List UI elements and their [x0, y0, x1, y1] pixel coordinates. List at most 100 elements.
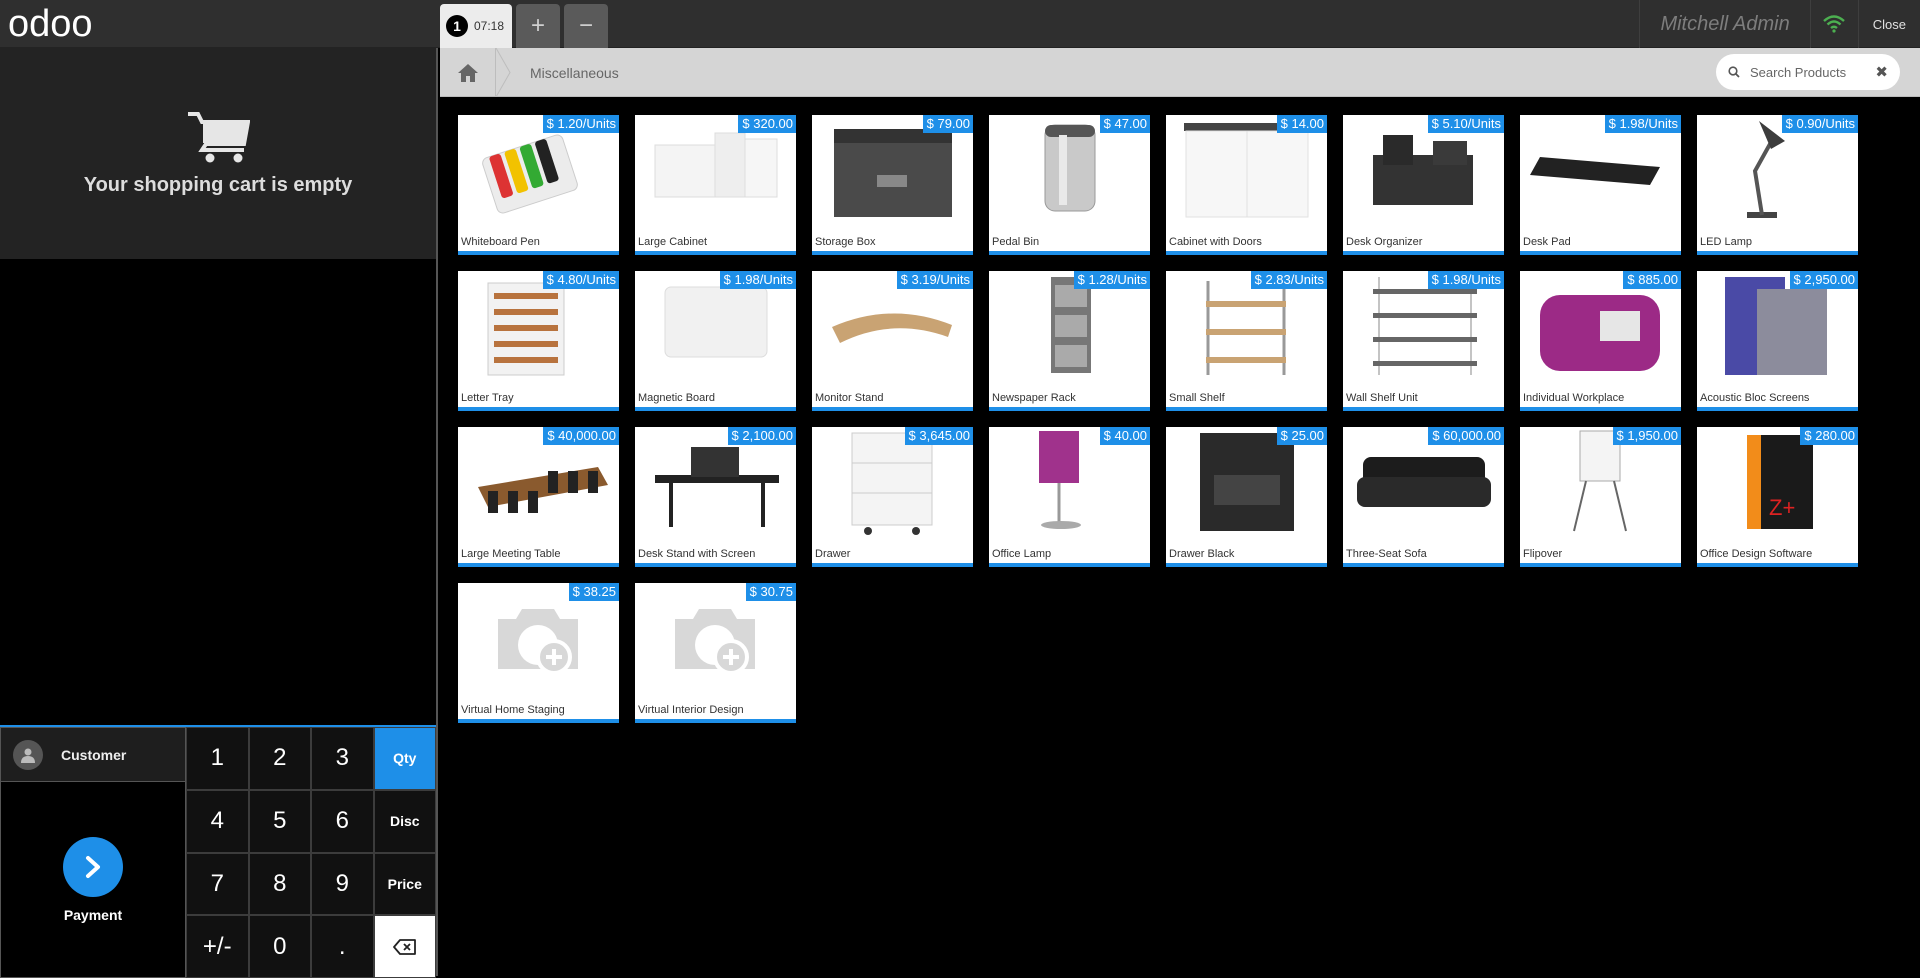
- product-price: $ 1,950.00: [1612, 427, 1681, 445]
- chevron-right-icon: [63, 837, 123, 897]
- control-panel: Customer Payment 1 2 3 Qty 4 5 6 Disc 7 …: [0, 725, 436, 978]
- product-name: Cabinet with Doors: [1169, 236, 1262, 248]
- product-price: $ 5.10/Units: [1427, 115, 1504, 133]
- product-price: $ 25.00: [1276, 427, 1327, 445]
- close-button[interactable]: Close: [1857, 0, 1920, 48]
- product-name: Pedal Bin: [992, 236, 1040, 248]
- order-tab-1[interactable]: 1 07:18: [440, 4, 512, 48]
- numpad-key-0[interactable]: 0: [248, 915, 311, 978]
- product-card[interactable]: $ 40.00 Office Lamp: [989, 427, 1150, 567]
- product-price: $ 14.00: [1276, 115, 1327, 133]
- numpad-key-3[interactable]: 3: [311, 727, 374, 790]
- product-name: Drawer Black: [1169, 548, 1235, 560]
- numpad-key-4[interactable]: 4: [186, 789, 249, 853]
- discount-mode-button[interactable]: Disc: [373, 789, 436, 853]
- product-price: $ 4.80/Units: [542, 271, 619, 289]
- product-price: $ 0.90/Units: [1781, 115, 1858, 133]
- product-name: Flipover: [1523, 548, 1563, 560]
- customer-button[interactable]: Customer: [0, 727, 186, 782]
- product-card[interactable]: $ 38.25 Virtual Home Staging: [458, 583, 619, 723]
- payment-button[interactable]: Payment: [0, 782, 186, 978]
- numpad-key-7[interactable]: 7: [186, 852, 249, 916]
- clear-search-icon[interactable]: ✖: [1875, 63, 1888, 81]
- product-price: $ 320.00: [738, 115, 796, 133]
- remove-order-button[interactable]: −: [564, 4, 608, 48]
- product-card[interactable]: $ 3.19/Units Monitor Stand: [812, 271, 973, 411]
- product-card[interactable]: $ 47.00 Pedal Bin: [989, 115, 1150, 255]
- product-name: Desk Stand with Screen: [638, 548, 756, 560]
- product-card[interactable]: $ 2.83/Units Small Shelf: [1166, 271, 1327, 411]
- product-card[interactable]: $ 1.28/Units Newspaper Rack: [989, 271, 1150, 411]
- cashier-name[interactable]: Mitchell Admin: [1639, 0, 1809, 48]
- product-price: $ 60,000.00: [1428, 427, 1504, 445]
- product-name: Whiteboard Pen: [461, 236, 540, 248]
- search-icon: [1728, 66, 1740, 78]
- qty-mode-button[interactable]: Qty: [373, 727, 436, 790]
- breadcrumb-category[interactable]: Miscellaneous: [530, 48, 619, 97]
- product-price: $ 1.98/Units: [719, 271, 796, 289]
- order-tabs: 1 07:18 + −: [440, 0, 608, 48]
- empty-cart-message: Your shopping cart is empty: [83, 174, 353, 196]
- product-name: Three-Seat Sofa: [1346, 548, 1427, 560]
- numpad-key-1[interactable]: 1: [186, 727, 249, 790]
- numpad-key-6[interactable]: 6: [311, 789, 374, 853]
- product-price: $ 2.83/Units: [1250, 271, 1327, 289]
- numpad-key-8[interactable]: 8: [248, 852, 311, 916]
- product-card[interactable]: Z+ $ 280.00 Office Design Software: [1697, 427, 1858, 567]
- product-card[interactable]: $ 1.98/Units Desk Pad: [1520, 115, 1681, 255]
- payment-label: Payment: [63, 907, 123, 923]
- product-card[interactable]: $ 60,000.00 Three-Seat Sofa: [1343, 427, 1504, 567]
- product-card[interactable]: $ 320.00 Large Cabinet: [635, 115, 796, 255]
- price-mode-button[interactable]: Price: [373, 852, 436, 916]
- product-card[interactable]: $ 2,100.00 Desk Stand with Screen: [635, 427, 796, 567]
- product-price: $ 2,100.00: [727, 427, 796, 445]
- product-card[interactable]: $ 1.98/Units Magnetic Board: [635, 271, 796, 411]
- product-card[interactable]: $ 1,950.00 Flipover: [1520, 427, 1681, 567]
- product-name: Wall Shelf Unit: [1346, 392, 1418, 404]
- numpad-key-plus-minus[interactable]: +/-: [186, 915, 249, 978]
- numpad-key-9[interactable]: 9: [311, 852, 374, 916]
- product-card[interactable]: $ 3,645.00 Drawer: [812, 427, 973, 567]
- numpad-key-5[interactable]: 5: [248, 789, 311, 853]
- customer-label: Customer: [61, 746, 127, 763]
- product-card[interactable]: $ 885.00 Individual Workplace: [1520, 271, 1681, 411]
- product-name: Office Design Software: [1700, 548, 1813, 560]
- order-time: 07:18: [474, 19, 505, 33]
- product-name: Large Cabinet: [638, 236, 708, 248]
- category-bar: Miscellaneous ✖: [440, 48, 1920, 97]
- add-order-button[interactable]: +: [516, 4, 560, 48]
- product-name: Newspaper Rack: [992, 392, 1076, 404]
- numpad-key-2[interactable]: 2: [248, 727, 311, 790]
- search-input[interactable]: [1750, 64, 1870, 80]
- product-card[interactable]: $ 14.00 Cabinet with Doors: [1166, 115, 1327, 255]
- home-icon: [457, 63, 478, 82]
- product-price: $ 40.00: [1099, 427, 1150, 445]
- product-name: Monitor Stand: [815, 392, 884, 404]
- numpad: 1 2 3 Qty 4 5 6 Disc 7 8 9 Price +/- 0 .: [186, 727, 436, 978]
- product-card[interactable]: $ 1.20/Units Whiteboard Pen: [458, 115, 619, 255]
- product-card[interactable]: $ 1.98/Units Wall Shelf Unit: [1343, 271, 1504, 411]
- backspace-icon: [392, 938, 416, 955]
- backspace-button[interactable]: [373, 915, 436, 978]
- product-name: Drawer: [815, 548, 851, 560]
- product-card[interactable]: $ 5.10/Units Desk Organizer: [1343, 115, 1504, 255]
- home-category-button[interactable]: [440, 48, 496, 97]
- product-price: $ 280.00: [1800, 427, 1858, 445]
- breadcrumb-separator-icon: [496, 48, 511, 97]
- product-card[interactable]: $ 40,000.00 Large Meeting Table: [458, 427, 619, 567]
- shopping-cart-icon: [188, 112, 250, 163]
- product-price: $ 40,000.00: [543, 427, 619, 445]
- wifi-icon[interactable]: [1809, 0, 1858, 48]
- header-right: Mitchell Admin Close: [1639, 0, 1920, 48]
- product-card[interactable]: $ 0.90/Units LED Lamp: [1697, 115, 1858, 255]
- product-card[interactable]: $ 79.00 Storage Box: [812, 115, 973, 255]
- product-card[interactable]: $ 30.75 Virtual Interior Design: [635, 583, 796, 723]
- product-card[interactable]: $ 4.80/Units Letter Tray: [458, 271, 619, 411]
- product-card[interactable]: $ 25.00 Drawer Black: [1166, 427, 1327, 567]
- product-price: $ 47.00: [1099, 115, 1150, 133]
- product-name: Virtual Interior Design: [638, 704, 744, 716]
- product-name: Storage Box: [815, 236, 876, 248]
- product-card[interactable]: $ 2,950.00 Acoustic Bloc Screens: [1697, 271, 1858, 411]
- numpad-key-dot[interactable]: .: [311, 915, 374, 978]
- svg-text:odoo: odoo: [8, 4, 93, 44]
